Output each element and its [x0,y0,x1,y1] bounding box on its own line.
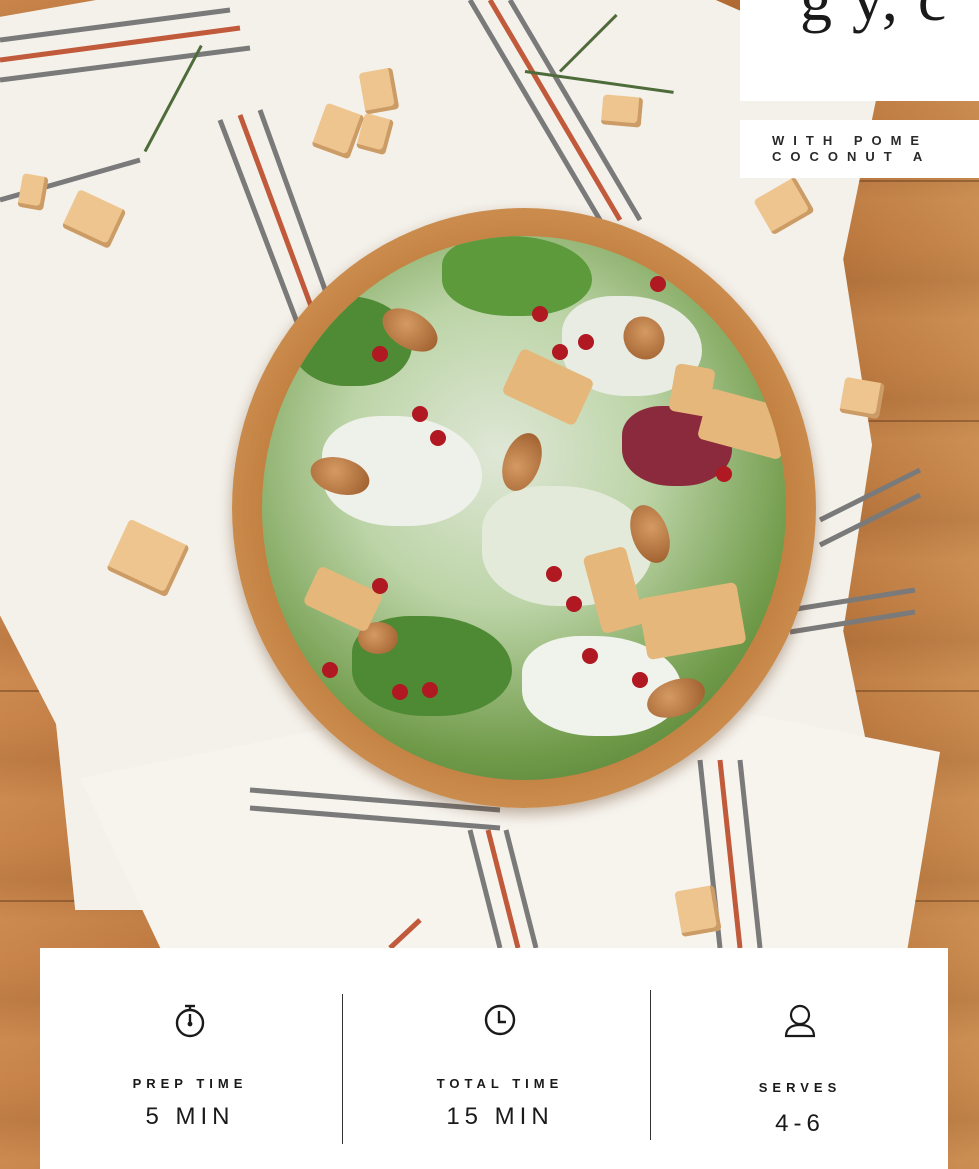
pomegranate-seed [716,466,732,482]
pomegranate-seed [412,406,428,422]
subtitle-line-2: COCONUT A [772,149,932,164]
serves: SERVES 4-6 [710,948,890,1169]
pomegranate-seed [632,672,648,688]
prep-time: PREP TIME 5 MIN [100,948,280,1169]
prep-time-label: PREP TIME [132,1076,248,1091]
pomegranate-seed [372,578,388,594]
pomegranate-seed [372,346,388,362]
coconut-chunk [600,94,644,128]
person-icon [784,1004,816,1038]
pomegranate-seed [578,334,594,350]
subtitle-card: WITH POME COCONUT A [740,120,979,178]
pomegranate-seed [322,662,338,678]
recipe-title: g y, c [800,0,948,36]
prep-time-value: 5 MIN [145,1103,235,1130]
pomegranate-seed [430,430,446,446]
pomegranate-seed [546,566,562,582]
clock-icon [484,1004,516,1036]
total-time-label: TOTAL TIME [436,1076,564,1091]
divider [650,990,651,1140]
coconut-chunk [674,884,722,938]
pomegranate-seed [422,682,438,698]
coconut-chunk [839,376,885,420]
toasted-coconut [668,362,716,418]
stopwatch-icon [175,1004,205,1038]
lettuce [442,236,592,316]
serves-label: SERVES [758,1080,842,1095]
pomegranate-seed [650,276,666,292]
pomegranate-seed [582,648,598,664]
salad [262,236,786,780]
serves-value: 4-6 [775,1110,825,1137]
pomegranate-seed [552,344,568,360]
total-time-value: 15 MIN [446,1103,554,1130]
total-time: TOTAL TIME 15 MIN [405,948,595,1169]
title-card: g y, c [740,0,979,101]
pomegranate-seed [532,306,548,322]
divider [342,994,343,1144]
toasted-coconut [637,581,747,661]
subtitle-line-1: WITH POME [772,133,929,148]
pomegranate-seed [392,684,408,700]
coconut-chunk [358,67,400,115]
pomegranate-seed [566,596,582,612]
recipe-info-card: PREP TIME 5 MIN TOTAL TIME 15 MIN SERVES… [40,948,948,1169]
